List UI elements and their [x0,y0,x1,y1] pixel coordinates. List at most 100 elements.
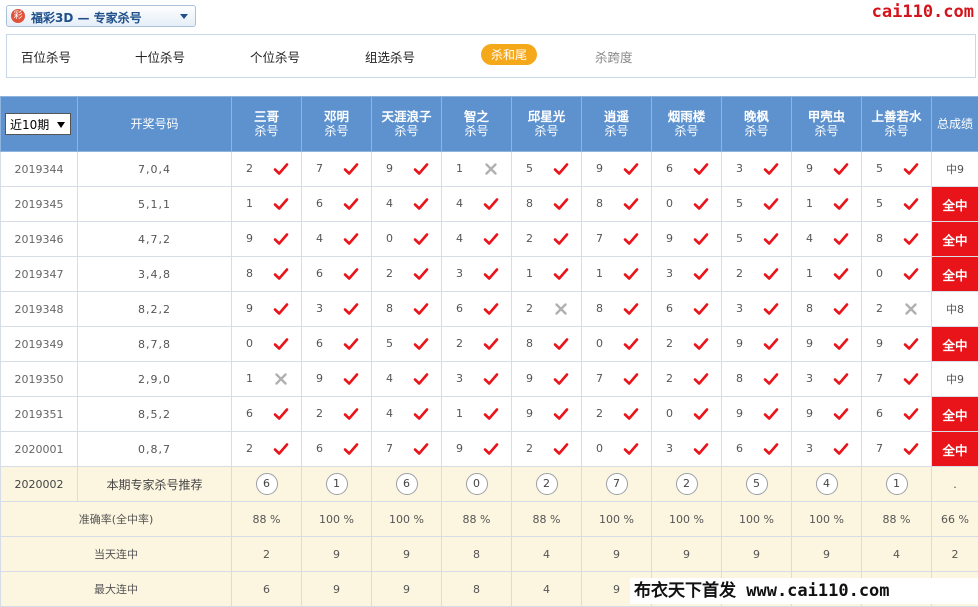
tab-group-kill[interactable]: 组选杀号 [365,47,415,66]
cross-icon [903,301,919,317]
check-icon [623,336,639,352]
tab-hundreds-kill[interactable]: 百位杀号 [21,47,71,66]
kill-number: 9 [246,302,253,315]
draw-number-cell: 8,7,8 [78,327,232,362]
kill-number: 8 [526,337,533,350]
kill-cell: 2 [512,292,582,327]
stat-cell: 4 [862,537,932,572]
kill-number: 9 [246,232,253,245]
check-icon [763,301,779,317]
tab-span-kill[interactable]: 杀跨度 [595,47,633,66]
tab-units-kill[interactable]: 个位杀号 [250,47,300,66]
check-icon [553,266,569,282]
check-icon [483,231,499,247]
expert-header: 上善若水杀号 [862,97,932,152]
expert-header: 烟雨楼杀号 [652,97,722,152]
check-icon [903,161,919,177]
period-header: 近10期 [1,97,78,152]
expert-header: 三哥杀号 [232,97,302,152]
kill-number: 0 [876,267,883,280]
kill-cell: 2 [512,432,582,467]
check-icon [413,371,429,387]
recommend-number: 4 [816,473,838,495]
kill-cell: 5 [722,187,792,222]
tab-sum-tail-kill[interactable]: 杀和尾 [481,44,537,65]
kill-cell: 5 [372,327,442,362]
check-icon [553,441,569,457]
kill-cell: 9 [232,222,302,257]
kill-cell: 8 [862,222,932,257]
kill-cell: 3 [722,152,792,187]
lottery-selector[interactable]: 彩 福彩3D — 专家杀号 [6,5,196,27]
check-icon [833,161,849,177]
recommend-number: 0 [466,473,488,495]
stat-cell: 9 [372,537,442,572]
kill-number: 5 [386,337,393,350]
check-icon [763,266,779,282]
kill-number: 2 [596,407,603,420]
draw-number-cell: 8,2,2 [78,292,232,327]
recommend-tail: . [932,467,978,502]
kill-cell: 4 [372,187,442,222]
kill-number: 0 [596,442,603,455]
issue-cell: 2019351 [1,397,78,432]
expert-header: 逍遥杀号 [582,97,652,152]
kill-number: 3 [456,267,463,280]
stat-label: 准确率(全中率) [1,502,232,537]
kill-cell: 3 [792,362,862,397]
stat-row: 准确率(全中率)88 %100 %100 %88 %88 %100 %100 %… [1,502,978,537]
stat-cell: 9 [302,537,372,572]
check-icon [413,266,429,282]
recommend-number: 6 [396,473,418,495]
kill-cell: 0 [232,327,302,362]
recommend-cell: 5 [722,467,792,502]
tab-tens-kill[interactable]: 十位杀号 [135,47,185,66]
kill-cell: 9 [512,362,582,397]
recommend-number: 2 [676,473,698,495]
chevron-down-icon[interactable] [180,14,188,19]
site-logo: cai110.com [872,2,974,22]
kill-number: 2 [526,302,533,315]
stat-cell: 9 [302,572,372,607]
stat-cell: 88 % [442,502,512,537]
kill-cell: 7 [862,362,932,397]
issue-cell: 2019345 [1,187,78,222]
table-row: 20193464,7,29404279548全中 [1,222,978,257]
kill-number: 2 [246,162,253,175]
kill-number: 0 [666,407,673,420]
recommend-cell: 1 [862,467,932,502]
check-icon [273,161,289,177]
stat-cell: 100 % [582,502,652,537]
kill-number: 3 [736,302,743,315]
check-icon [833,231,849,247]
kill-number: 3 [736,162,743,175]
check-icon [693,266,709,282]
kill-cell: 2 [372,257,442,292]
period-select[interactable]: 近10期 [5,113,71,135]
check-icon [903,441,919,457]
kill-number: 9 [456,442,463,455]
issue-cell: 2019349 [1,327,78,362]
kill-cell: 8 [582,187,652,222]
table-row: 20200010,8,72679203637全中 [1,432,978,467]
kill-cell: 0 [652,187,722,222]
check-icon [903,231,919,247]
cross-icon [273,371,289,387]
stat-total: 2 [932,537,978,572]
kill-number: 2 [736,267,743,280]
kill-number: 5 [876,162,883,175]
kill-cell: 6 [722,432,792,467]
kill-number: 5 [736,232,743,245]
kill-cell: 3 [722,292,792,327]
expert-header: 甲壳虫杀号 [792,97,862,152]
kill-number: 7 [316,162,323,175]
kill-cell: 6 [302,187,372,222]
kill-cell: 8 [582,292,652,327]
check-icon [553,406,569,422]
kill-cell: 3 [442,362,512,397]
kill-cell: 0 [372,222,442,257]
check-icon [903,336,919,352]
table-row: 20193502,9,01943972837中9 [1,362,978,397]
stat-label: 当天连中 [1,537,232,572]
kill-cell: 2 [232,152,302,187]
